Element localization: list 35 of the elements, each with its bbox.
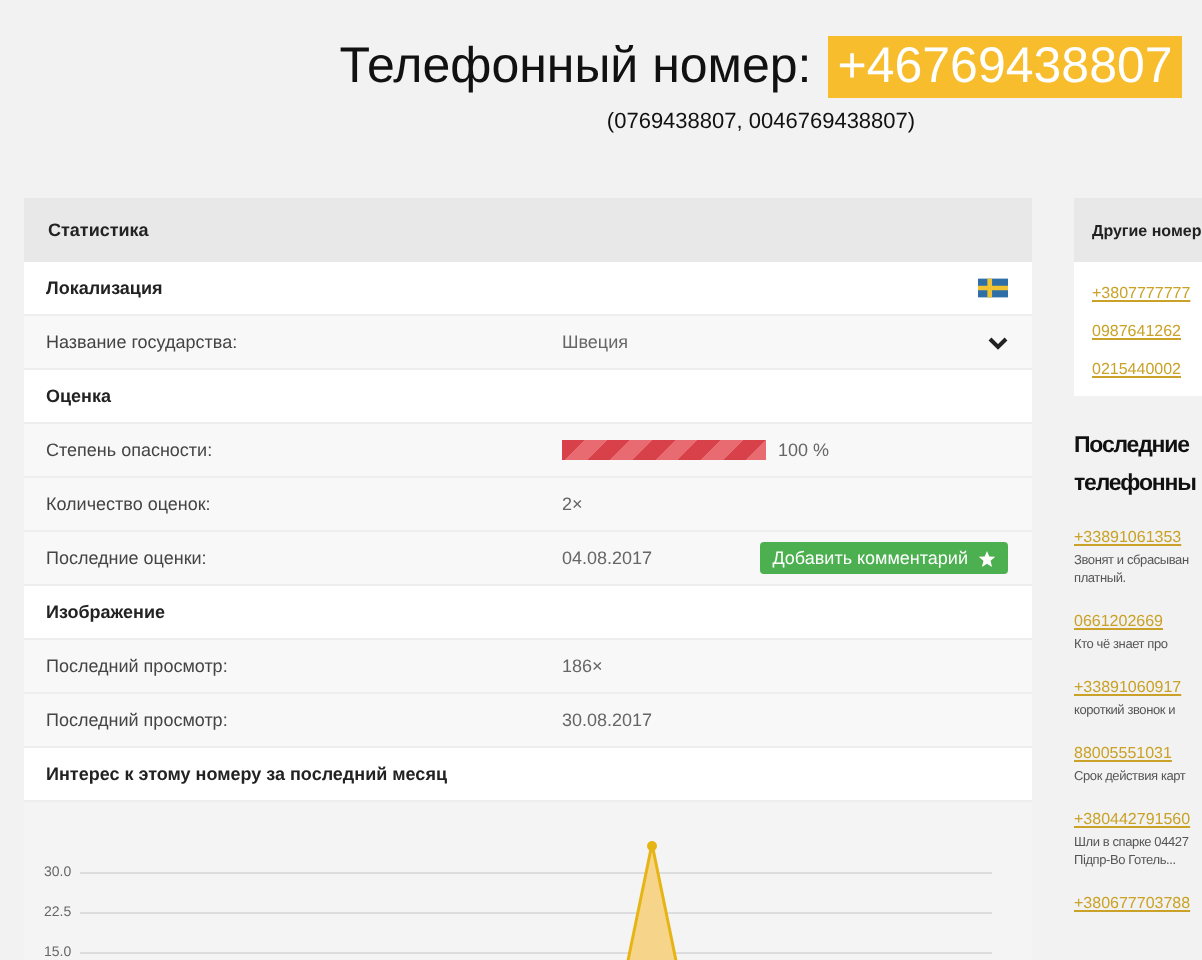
field-value: 2× bbox=[562, 494, 583, 514]
field-label: Последние оценки: bbox=[46, 548, 209, 568]
section-heading: Последние bbox=[1074, 432, 1191, 462]
star-icon bbox=[978, 549, 996, 567]
section-heading: Локализация bbox=[46, 278, 163, 298]
section-heading: телефонны bbox=[1074, 470, 1198, 500]
field-value: 186× bbox=[562, 656, 603, 676]
card-title: Другие номер bbox=[1092, 221, 1202, 239]
phone-link[interactable]: +33891060917 bbox=[1074, 676, 1182, 698]
add-comment-button[interactable]: Добавить комментарий bbox=[760, 542, 1008, 574]
field-label: Название государства: bbox=[46, 332, 240, 352]
section-heading: Изображение bbox=[46, 602, 166, 622]
phone-link[interactable]: 0215440002 bbox=[1092, 358, 1181, 380]
section-heading: Интерес к этому номеру за последний месяц bbox=[46, 764, 447, 784]
chevron-icon[interactable] bbox=[988, 335, 1008, 349]
page-title: Телефонный номер: bbox=[339, 38, 812, 96]
phone-link[interactable]: +33891061353 bbox=[1074, 526, 1182, 548]
danger-reading: 100 % bbox=[778, 440, 830, 460]
phone-link[interactable]: 88005551031 bbox=[1074, 742, 1172, 764]
phone-link[interactable]: +3807777777 bbox=[1092, 282, 1191, 304]
card-title: Статистика bbox=[48, 220, 149, 240]
field-value: 04.08.2017 bbox=[562, 548, 653, 568]
field-label: Последний просмотр: bbox=[46, 656, 230, 676]
field-label: Степень опасности: bbox=[46, 440, 215, 460]
section-heading: Оценка bbox=[46, 386, 111, 406]
field-value: Швеция bbox=[562, 332, 628, 352]
phone-link[interactable]: 0661202669 bbox=[1074, 610, 1163, 632]
field-label: Последний просмотр: bbox=[46, 710, 230, 730]
phone-link[interactable]: +380677703788 bbox=[1074, 892, 1191, 914]
phone-link[interactable]: +380442791560 bbox=[1074, 808, 1191, 830]
alternate-numbers: (0769438807, 0046769438807) bbox=[606, 110, 916, 134]
field-value: 30.08.2017 bbox=[562, 710, 653, 730]
phone-link[interactable]: 0987641262 bbox=[1092, 320, 1181, 342]
phone-number-badge: +46769438807 bbox=[827, 36, 1183, 98]
field-label: Количество оценок: bbox=[46, 494, 213, 514]
